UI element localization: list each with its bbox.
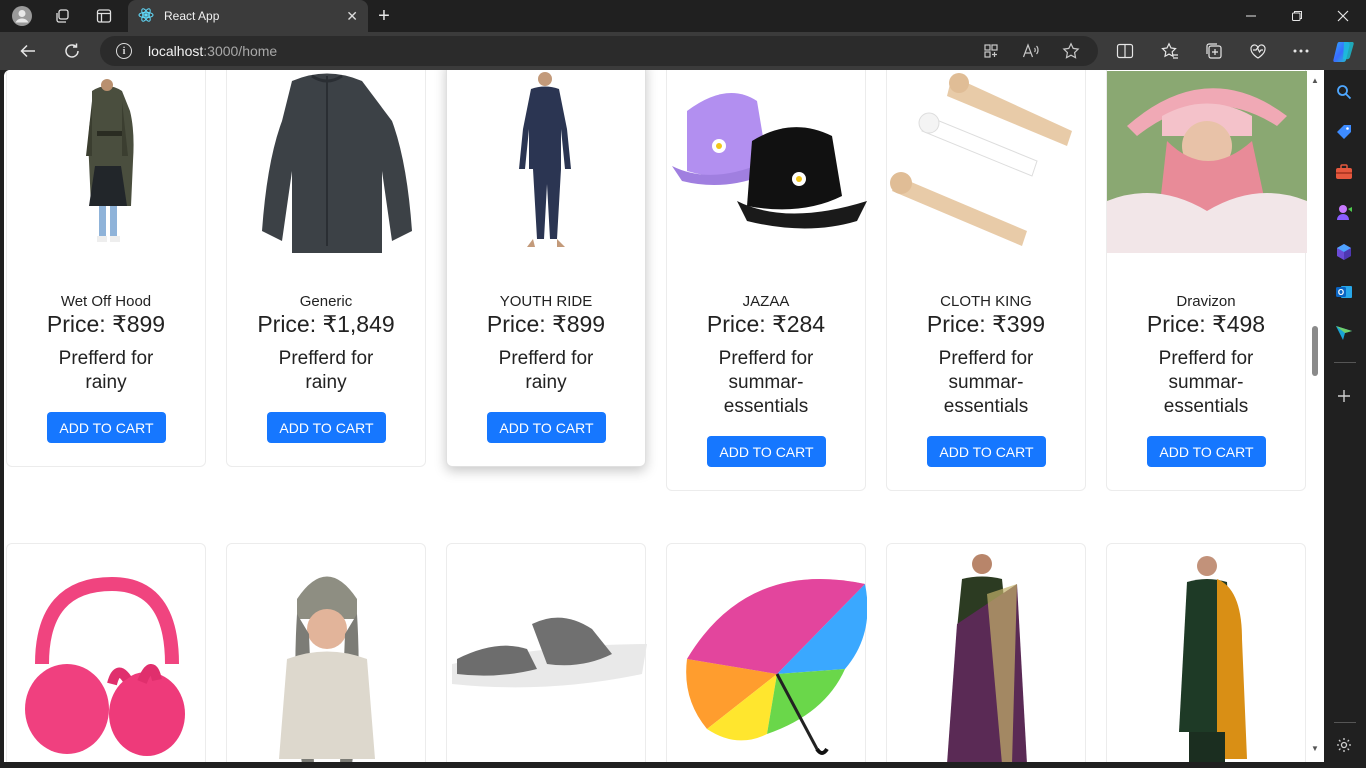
- add-to-cart-button[interactable]: ADD TO CART: [47, 412, 166, 443]
- product-card: [666, 543, 867, 762]
- drop-send-icon[interactable]: [1333, 321, 1355, 343]
- product-card: Generic Price: ₹1,849 Prefferd for rainy…: [226, 70, 426, 467]
- close-tab-icon[interactable]: ✕: [346, 8, 358, 25]
- read-aloud-icon[interactable]: [1022, 42, 1040, 60]
- site-info-icon[interactable]: i: [116, 43, 132, 59]
- scroll-up-arrow-icon[interactable]: ▲: [1310, 76, 1320, 86]
- svg-text:O: O: [1338, 288, 1344, 297]
- product-card: [1106, 543, 1306, 762]
- favorites-icon[interactable]: [1160, 41, 1180, 61]
- product-preference: Prefferd for summar-essentials: [718, 348, 814, 417]
- product-preference: Prefferd for summar-essentials: [1158, 348, 1254, 417]
- add-to-cart-button[interactable]: ADD TO CART: [707, 436, 826, 467]
- product-card: [886, 543, 1086, 762]
- product-image-raincoat[interactable]: [7, 71, 207, 253]
- page-viewport: Wet Off Hood Price: ₹899 Prefferd for ra…: [4, 70, 1307, 762]
- product-brand: Generic: [299, 293, 353, 310]
- workspaces-icon[interactable]: [48, 4, 76, 28]
- product-preference: Prefferd for rainy: [278, 348, 374, 393]
- product-brand: CLOTH KING: [940, 293, 1032, 310]
- product-image-kurta[interactable]: [1107, 554, 1307, 762]
- product-price: Price: ₹899: [46, 311, 166, 337]
- product-brand: Dravizon: [1176, 293, 1236, 310]
- product-price: Price: ₹899: [486, 311, 606, 337]
- product-card: [6, 543, 206, 762]
- tab-react-app[interactable]: React App ✕: [128, 0, 368, 32]
- new-tab-button[interactable]: +: [372, 4, 396, 28]
- favorite-star-icon[interactable]: [1062, 42, 1080, 60]
- settings-gear-icon[interactable]: [1333, 734, 1355, 756]
- add-to-cart-button[interactable]: ADD TO CART: [1147, 436, 1266, 467]
- page-scrollbar[interactable]: ▲ ▼: [1307, 70, 1324, 762]
- edge-sidebar: O: [1324, 70, 1366, 768]
- refresh-button[interactable]: [58, 37, 86, 65]
- product-card: YOUTH RIDE Price: ₹899 Prefferd for rain…: [446, 70, 646, 467]
- shopping-tag-icon[interactable]: [1333, 121, 1355, 143]
- games-icon[interactable]: [1333, 201, 1355, 223]
- react-logo-icon: [138, 7, 154, 26]
- product-image-arm-sleeves[interactable]: [887, 71, 1087, 253]
- add-to-cart-button[interactable]: ADD TO CART: [487, 412, 606, 443]
- browser-toolbar: i localhost:3000/home: [0, 32, 1366, 70]
- product-image-sun-hat[interactable]: [1107, 71, 1307, 253]
- tab-title: React App: [164, 9, 220, 23]
- product-preference: Prefferd for rainy: [58, 348, 154, 393]
- close-window-button[interactable]: [1320, 0, 1366, 32]
- app-available-icon[interactable]: [982, 42, 1000, 60]
- product-card: CLOTH KING Price: ₹399 Prefferd for summ…: [886, 70, 1086, 491]
- product-card: [446, 543, 647, 762]
- product-brand: Wet Off Hood: [60, 293, 152, 310]
- product-price: Price: ₹284: [706, 311, 826, 337]
- product-image-earmuffs[interactable]: [7, 564, 207, 762]
- product-image-rainbow-umbrella[interactable]: [667, 564, 867, 762]
- product-image-jacket[interactable]: [227, 71, 427, 253]
- url-path: :3000/home: [203, 43, 278, 59]
- product-image-woolen-cap[interactable]: [227, 554, 427, 762]
- product-card: JAZAA Price: ₹284 Prefferd for summar-es…: [666, 70, 867, 491]
- product-price: Price: ₹399: [926, 311, 1046, 337]
- product-card: Wet Off Hood Price: ₹899 Prefferd for ra…: [6, 70, 206, 467]
- scroll-thumb[interactable]: [1312, 326, 1318, 376]
- product-brand: YOUTH RIDE: [499, 293, 593, 310]
- product-card: [226, 543, 426, 762]
- restore-button[interactable]: [1274, 0, 1320, 32]
- outlook-icon[interactable]: O: [1333, 281, 1355, 303]
- add-to-cart-button[interactable]: ADD TO CART: [267, 412, 386, 443]
- search-icon[interactable]: [1333, 81, 1355, 103]
- add-to-cart-button[interactable]: ADD TO CART: [927, 436, 1046, 467]
- copilot-icon[interactable]: [1332, 39, 1356, 63]
- scroll-down-arrow-icon[interactable]: ▼: [1310, 744, 1320, 754]
- address-bar[interactable]: i localhost:3000/home: [100, 36, 1098, 66]
- product-brand: JAZAA: [742, 293, 790, 310]
- url-host: localhost: [148, 43, 204, 59]
- product-image-sandal[interactable]: [447, 584, 647, 762]
- product-price: Price: ₹1,849: [257, 311, 395, 337]
- browser-essentials-icon[interactable]: [1248, 41, 1268, 61]
- product-image-saree[interactable]: [887, 554, 1087, 762]
- tools-icon[interactable]: [1333, 161, 1355, 183]
- more-menu-icon[interactable]: [1291, 41, 1311, 61]
- product-card: Dravizon Price: ₹498 Prefferd for summar…: [1106, 70, 1307, 491]
- collections-icon[interactable]: [1204, 41, 1224, 61]
- microsoft-365-icon[interactable]: [1333, 241, 1355, 263]
- profile-avatar-icon[interactable]: [8, 4, 36, 28]
- product-image-rainsuit[interactable]: [447, 71, 647, 253]
- product-image-bucket-hats[interactable]: [667, 71, 867, 253]
- add-sidebar-app-icon[interactable]: [1333, 385, 1355, 407]
- minimize-button[interactable]: [1228, 0, 1274, 32]
- product-preference: Prefferd for rainy: [498, 348, 594, 393]
- back-button[interactable]: [14, 37, 42, 65]
- product-price: Price: ₹498: [1146, 311, 1266, 337]
- tab-actions-icon[interactable]: [90, 4, 118, 28]
- window-bottom-edge: [0, 762, 1324, 768]
- split-screen-icon[interactable]: [1115, 41, 1135, 61]
- url-text: localhost:3000/home: [148, 43, 277, 59]
- product-preference: Prefferd for summar-essentials: [938, 348, 1034, 417]
- title-bar: React App ✕ +: [0, 0, 1366, 32]
